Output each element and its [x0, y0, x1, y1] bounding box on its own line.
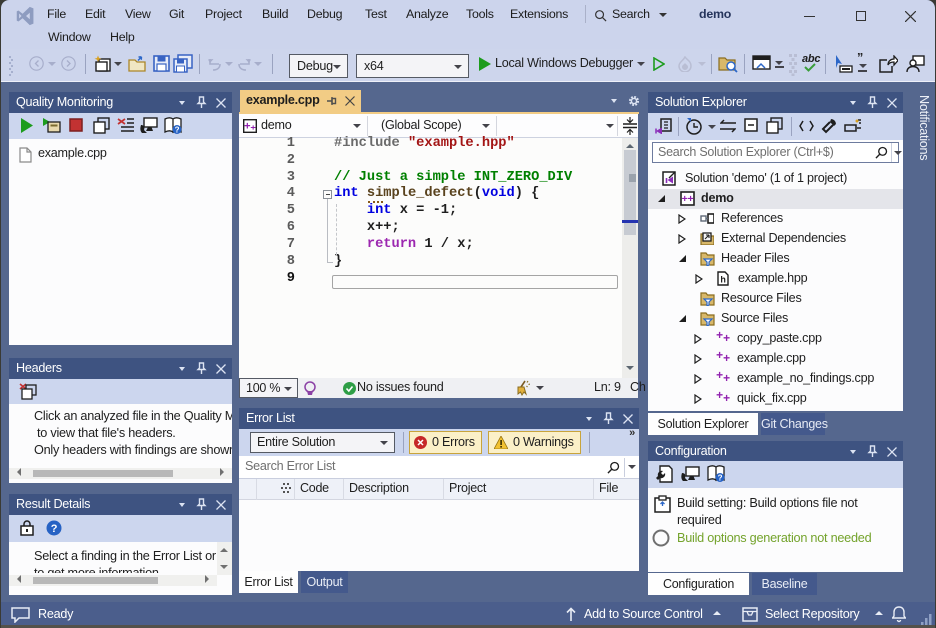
svg-text:?: ?	[175, 126, 180, 135]
svg-text:h: h	[720, 275, 725, 285]
svg-text:++: ++	[682, 193, 694, 205]
svg-text:?: ?	[51, 523, 58, 535]
svg-text:?: ?	[718, 474, 723, 483]
svg-text:+₊: +₊	[244, 121, 256, 133]
